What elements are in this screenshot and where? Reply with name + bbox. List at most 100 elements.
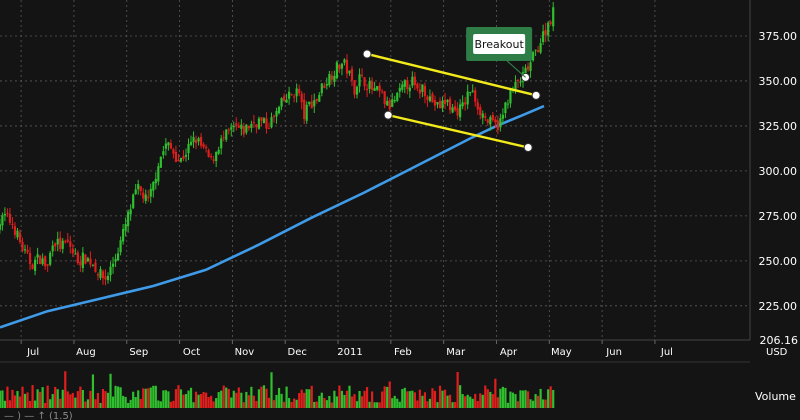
candle-body [21,241,24,251]
candle-body [89,258,92,265]
volume-bar [355,401,359,408]
volume-bar [471,398,474,408]
candle-body [285,99,288,103]
volume-bar [104,391,107,408]
volume-bar [114,385,117,408]
month-tick-label: Aug [76,347,96,358]
candle-body [506,103,510,105]
candle-body [325,83,328,86]
volume-bar [330,402,333,408]
candle-body [519,81,522,83]
candle-body [252,122,255,124]
volume-bar [406,391,409,408]
candle-body [159,156,162,168]
volume-bar [371,391,374,408]
volume-bar [509,391,512,408]
candle-body [323,85,326,89]
month-tick-label: 2011 [337,347,362,358]
candle-body [124,224,127,231]
candle-body [205,146,208,149]
candle-body [270,117,273,128]
candle-body [461,102,464,107]
candle-body [471,90,474,92]
candle-body [237,125,240,128]
candle-body [64,241,67,243]
volume-bar [147,388,150,408]
volume-bar [461,394,464,408]
volume-bar [338,385,341,408]
volume-bar [516,401,520,408]
trend-point-marker [362,49,372,59]
candle-body [365,88,369,91]
candle-body [421,84,424,92]
candle-body [3,213,7,216]
volume-bar [245,391,248,408]
volume-bar [237,387,240,408]
volume-bar [489,391,492,408]
volume-bar [207,396,210,408]
candle-body [31,264,34,269]
candle-body [318,94,321,102]
volume-bar [423,392,427,408]
candle-body [436,102,439,105]
month-tick-label: Feb [394,347,412,358]
volume-bar [177,385,180,408]
volume-bar [542,399,545,408]
volume-bar [33,400,37,408]
footer-fragment: — ) — ↑ (1.5) [4,411,73,420]
candle-body [358,74,361,87]
candle-body [147,196,150,199]
month-tick-label: Jul [660,347,673,358]
candle-body [363,77,366,87]
candle-body [255,124,258,128]
candle-body [56,238,59,245]
volume-bar [534,394,537,408]
candle-body [28,252,32,264]
volume-bar [36,389,39,408]
candle-body [111,263,115,267]
candle-body [225,129,228,140]
candle-body [494,119,497,123]
volume-bar [282,401,286,408]
volume-bar [418,389,421,408]
volume-bar [511,392,515,408]
volume-bar [227,389,230,408]
volume-bar [101,389,105,408]
volume-bar [436,402,439,408]
candle-body [61,240,64,249]
candle-body [41,258,44,265]
candle-body [451,107,454,113]
candle-body [154,178,157,184]
volume-bar [6,386,9,408]
volume-bar [247,395,250,408]
candle-body [172,149,175,154]
candle-body [290,94,293,96]
candle-body [235,123,238,126]
candle-body [44,256,47,267]
candle-body [84,254,87,264]
volume-bar [99,402,102,408]
candle-body [443,99,447,105]
candle-body [167,142,170,146]
price-tick-label: 250.00 [759,255,798,268]
candle-body [381,91,384,93]
candle-body [338,64,341,70]
volume-bar [459,385,462,408]
candle-body [192,137,195,143]
volume-bar [215,398,218,408]
volume-bar [167,391,170,408]
candle-body [431,93,434,103]
stock-chart: 225.00 250.00 275.00 300.00 325.00 350.00 375.… [0,0,800,420]
volume-bar [486,389,489,408]
candle-body [504,102,507,114]
volume-bar [335,396,338,408]
volume-bar [119,387,122,408]
volume-bar [265,388,268,408]
volume-bar [413,392,416,408]
candle-body [282,96,286,101]
volume-bar [31,385,34,408]
candle-body [189,141,193,145]
candle-body [335,62,338,79]
volume-bar [448,394,452,408]
volume-bar [451,402,454,408]
